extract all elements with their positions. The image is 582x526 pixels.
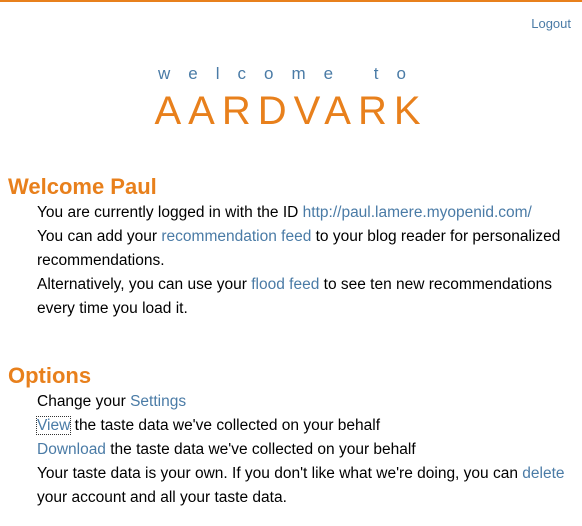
ownership-text: Your taste data is your own. If you don'… [37,465,523,482]
recommendation-feed-line: You can add your recommendation feed to … [37,225,582,273]
view-line: View the taste data we've collected on y… [35,414,582,438]
welcome-to-text: welcome to [158,64,424,83]
delete-line: Your taste data is your own. If you don'… [37,462,582,510]
delete-link[interactable]: delete [522,465,564,482]
options-section: Change your Settings View the taste data… [35,390,582,510]
page: Logout welcome to AARDVARK Welcome Paul … [0,0,582,526]
openid-link[interactable]: http://paul.lamere.myopenid.com/ [303,204,532,221]
flood-feed-link[interactable]: flood feed [251,276,319,293]
recommendation-prefix: You can add your [37,228,162,245]
recommendation-feed-link[interactable]: recommendation feed [161,228,311,245]
settings-prefix: Change your [37,393,131,410]
settings-line: Change your Settings [37,390,582,414]
logout-link[interactable]: Logout [531,16,571,31]
flood-feed-line: Alternatively, you can use your flood fe… [37,273,582,321]
download-suffix: the taste data we've collected on your b… [105,441,416,458]
download-line: Download the taste data we've collected … [37,438,582,462]
view-link[interactable]: View [35,416,72,435]
view-suffix: the taste data we've collected on your b… [70,417,381,434]
delete-suffix: your account and all your taste data. [37,489,287,506]
openid-line: You are currently logged in with the ID … [37,201,582,225]
options-heading: Options [8,363,92,388]
welcome-section: You are currently logged in with the ID … [37,201,582,321]
openid-prefix: You are currently logged in with the ID [37,204,303,221]
download-link[interactable]: Download [37,441,106,458]
flood-prefix: Alternatively, you can use your [37,276,252,293]
brand-logo: AARDVARK [154,89,428,133]
top-border [0,0,582,2]
settings-link[interactable]: Settings [130,393,186,410]
welcome-heading: Welcome Paul [8,174,157,199]
